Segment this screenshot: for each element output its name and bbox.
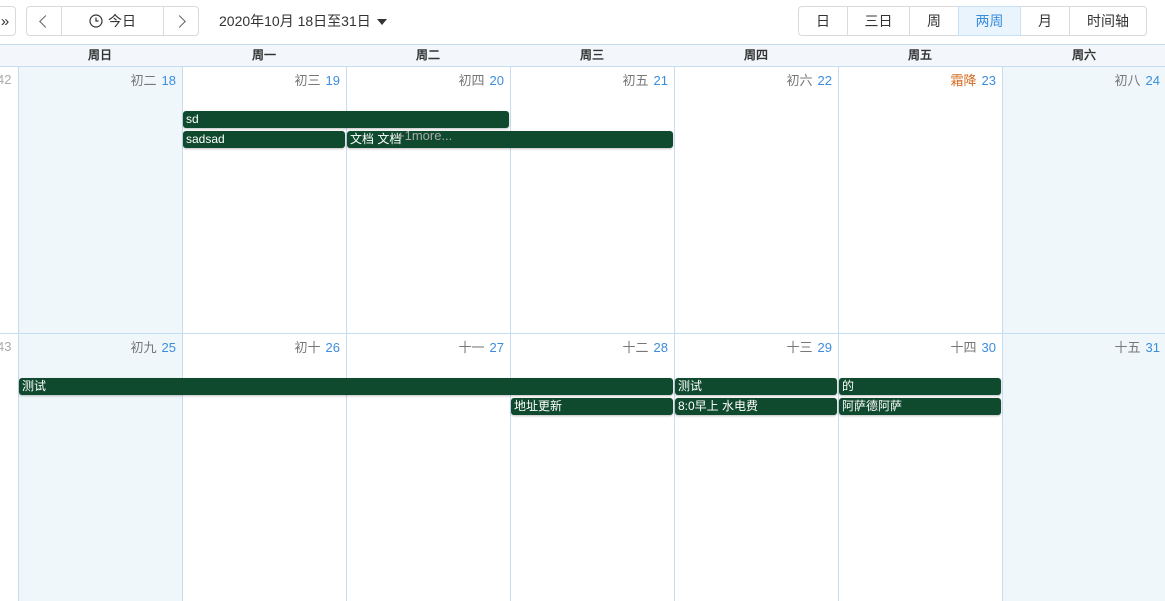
- view-switcher: 日三日周两周月时间轴: [798, 6, 1147, 36]
- day-cell-label[interactable]: 初三 19: [182, 70, 340, 89]
- day-number: 24: [1145, 73, 1160, 88]
- week-number: 42: [0, 72, 12, 87]
- date-range-label: 2020年10月 18日至31日: [219, 13, 371, 29]
- lunar-date: 初八: [1114, 73, 1141, 88]
- day-number: 26: [325, 340, 340, 355]
- view-button-3[interactable]: 两周: [958, 6, 1021, 36]
- week-row-divider: [0, 333, 1165, 334]
- weekday-header-cell: 周六: [1071, 48, 1096, 62]
- day-column: [18, 67, 182, 601]
- day-number: 21: [653, 73, 668, 88]
- calendar-event[interactable]: 阿萨德阿萨: [839, 398, 1001, 415]
- day-number: 29: [817, 340, 832, 355]
- today-button[interactable]: 今日: [61, 6, 164, 36]
- chevron-left-icon: [39, 14, 52, 28]
- weekday-header-cell: 周一: [251, 48, 276, 62]
- day-cell-label[interactable]: 初十 26: [182, 337, 340, 356]
- lunar-date: 十三: [786, 340, 813, 355]
- lunar-date: 初六: [786, 73, 813, 88]
- day-cell-label[interactable]: 初五 21: [510, 70, 668, 89]
- two-week-calendar: 周日 周一 周二 周三 周四 周五 周六 42 初二 18 初三 19 初四 20 初五 21 初六 22 霜降 2…: [0, 44, 1165, 601]
- previous-period-button[interactable]: [26, 6, 62, 36]
- date-range-picker[interactable]: 2020年10月 18日至31日: [219, 11, 387, 31]
- weekday-header-cell: 周三: [579, 48, 604, 62]
- day-column: [1002, 67, 1165, 601]
- calendar-event[interactable]: 8:0早上 水电费: [675, 398, 837, 415]
- day-cell-label[interactable]: 十三 29: [674, 337, 832, 356]
- double-chevron-icon: »: [0, 12, 10, 30]
- expand-sidebar-button[interactable]: »: [0, 6, 16, 36]
- day-column: [674, 67, 838, 601]
- weekday-header: 周日 周一 周二 周三 周四 周五 周六: [0, 44, 1165, 67]
- view-button-1[interactable]: 三日: [847, 6, 910, 36]
- lunar-date: 十四: [950, 340, 977, 355]
- day-cell-label[interactable]: 初二 18: [18, 70, 176, 89]
- calendar-event[interactable]: 的: [839, 378, 1001, 395]
- lunar-date: 初三: [294, 73, 321, 88]
- caret-down-icon: [376, 18, 387, 25]
- day-number: 30: [981, 340, 996, 355]
- lunar-date: 初二: [130, 73, 157, 88]
- day-column: [838, 67, 1002, 601]
- calendar-toolbar: » 今日 2020年10月 18日至31日 日三日周两周月时间轴: [0, 0, 1165, 44]
- day-cell-label[interactable]: 十四 30: [838, 337, 996, 356]
- lunar-date: 霜降: [950, 73, 977, 88]
- day-number: 23: [981, 73, 996, 88]
- weekday-header-cell: 周五: [907, 48, 932, 62]
- day-number: 20: [489, 73, 504, 88]
- today-label: 今日: [108, 13, 136, 29]
- calendar-event[interactable]: sadsad: [183, 131, 345, 148]
- lunar-date: 初十: [294, 340, 321, 355]
- week-number: 43: [0, 339, 12, 354]
- lunar-date: 初四: [458, 73, 485, 88]
- day-number: 31: [1145, 340, 1160, 355]
- more-events-link[interactable]: +1more...: [397, 128, 452, 143]
- chevron-right-icon: [173, 14, 186, 28]
- day-cell-label[interactable]: 初六 22: [674, 70, 832, 89]
- view-button-4[interactable]: 月: [1020, 6, 1070, 36]
- lunar-date: 初九: [130, 340, 157, 355]
- day-number: 22: [817, 73, 832, 88]
- lunar-date: 十一: [458, 340, 485, 355]
- day-number: 28: [653, 340, 668, 355]
- day-cell-label[interactable]: 霜降 23: [838, 70, 996, 89]
- weekday-header-cell: 周四: [743, 48, 768, 62]
- next-period-button[interactable]: [163, 6, 199, 36]
- day-number: 18: [161, 73, 176, 88]
- day-number: 27: [489, 340, 504, 355]
- lunar-date: 十二: [622, 340, 649, 355]
- lunar-date: 十五: [1114, 340, 1141, 355]
- lunar-date: 初五: [622, 73, 649, 88]
- day-cell-label[interactable]: 十一 27: [346, 337, 504, 356]
- day-cell-label[interactable]: 初八 24: [1002, 70, 1160, 89]
- view-button-5[interactable]: 时间轴: [1069, 6, 1147, 36]
- day-cell-label[interactable]: 初四 20: [346, 70, 504, 89]
- view-button-2[interactable]: 周: [909, 6, 959, 36]
- calendar-event[interactable]: 测试: [675, 378, 837, 395]
- weekday-header-cell: 周日: [87, 48, 112, 62]
- day-cell-label[interactable]: 十二 28: [510, 337, 668, 356]
- clock-icon: [89, 14, 103, 28]
- day-cell-label[interactable]: 十五 31: [1002, 337, 1160, 356]
- calendar-event[interactable]: 测试: [19, 378, 673, 395]
- day-number: 19: [325, 73, 340, 88]
- weekday-header-cell: 周二: [415, 48, 440, 62]
- calendar-event[interactable]: sd: [183, 111, 509, 128]
- day-cell-label[interactable]: 初九 25: [18, 337, 176, 356]
- view-button-0[interactable]: 日: [798, 6, 848, 36]
- calendar-event[interactable]: 地址更新: [511, 398, 673, 415]
- day-number: 25: [161, 340, 176, 355]
- calendar-event[interactable]: 文档 文档: [347, 131, 673, 148]
